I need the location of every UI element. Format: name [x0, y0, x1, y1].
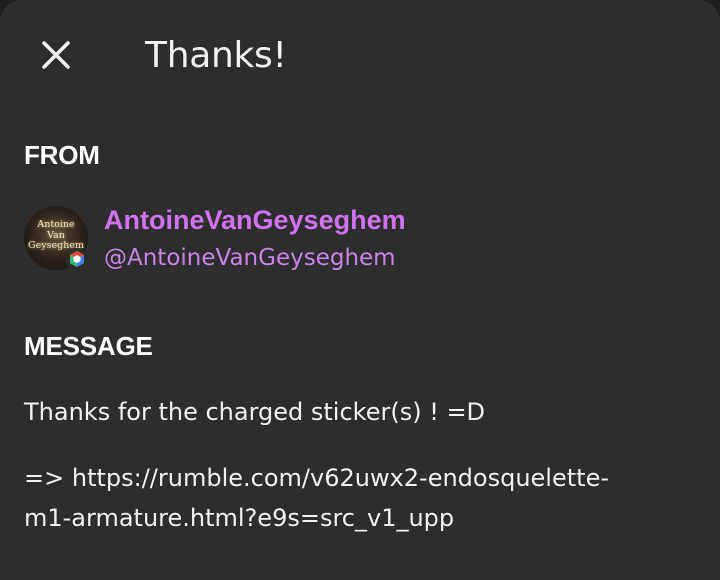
sender-display-name[interactable]: AntoineVanGeyseghem — [104, 204, 406, 236]
message-body: Thanks for the charged sticker(s) ! =D =… — [24, 392, 704, 538]
hexagon-badge-icon — [66, 248, 88, 270]
close-button[interactable] — [30, 29, 82, 81]
close-icon — [41, 40, 71, 70]
message-link-part-2[interactable]: m1-armature.html?e9s=src_v1_upp — [24, 504, 454, 532]
message-link-part-1[interactable]: https://rumble.com/v62uwx2-endosquelette… — [72, 464, 609, 492]
dialog-title: Thanks! — [145, 35, 287, 76]
avatar-text: Antoine Van Geyseghem — [28, 219, 84, 251]
link-prefix: => — [24, 464, 72, 492]
dialog-header: Thanks! — [0, 0, 720, 110]
message-link-line: => https://rumble.com/v62uwx2-endosquele… — [24, 458, 704, 498]
sender-handle: @AntoineVanGeyseghem — [104, 245, 396, 271]
message-link-line-2: m1-armature.html?e9s=src_v1_upp — [24, 498, 704, 538]
sender-profile[interactable]: Antoine Van Geyseghem AntoineVanGeyseghe… — [24, 204, 704, 272]
message-label: MESSAGE — [24, 331, 153, 361]
message-text: Thanks for the charged sticker(s) ! =D — [24, 398, 486, 426]
from-label: FROM — [24, 140, 100, 170]
thanks-dialog: Thanks! FROM Antoine Van Geyseghem Antoi… — [0, 0, 720, 580]
